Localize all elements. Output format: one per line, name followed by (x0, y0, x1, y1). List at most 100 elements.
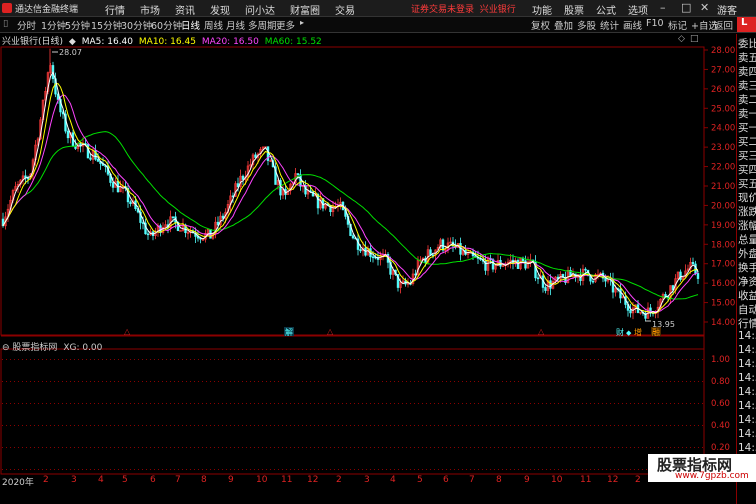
indicator-grid-dot (38, 469, 39, 470)
indicator-grid-dot (122, 469, 123, 470)
side-panel-item[interactable]: 外盘 (738, 246, 756, 261)
indicator-grid-dot (414, 425, 415, 426)
side-panel-item[interactable]: 14:5 (738, 344, 756, 356)
side-panel-item[interactable]: 自动 (738, 302, 756, 317)
indicator-grid-dot (298, 425, 299, 426)
event-marker-3[interactable]: △ (538, 327, 545, 336)
side-panel-item[interactable]: 14:5 (738, 372, 756, 384)
side-panel-item[interactable]: 14:5 (738, 358, 756, 370)
event-marker-2[interactable]: △ (327, 327, 334, 336)
kline-chart[interactable]: 28.0027.0026.0025.0024.0023.0022.0021.00… (0, 0, 736, 487)
indicator-grid-dot (622, 447, 623, 448)
side-panel-item[interactable]: 涨幅 (738, 218, 756, 233)
indicator-grid-dot (506, 447, 507, 448)
margin-marker[interactable]: 融 (652, 327, 660, 337)
indicator-grid-dot (302, 359, 303, 360)
candles (1, 48, 700, 322)
side-panel-item[interactable]: 14:5 (738, 414, 756, 426)
indicator-grid-dot (162, 403, 163, 404)
indicator-grid-dot (170, 403, 171, 404)
side-panel-item[interactable]: 卖一 (738, 106, 756, 121)
event-marker-1[interactable]: △ (124, 327, 131, 336)
indicator-grid-dot (614, 425, 615, 426)
indicator-grid-dot (410, 359, 411, 360)
side-panel-item[interactable]: 买一 (738, 120, 756, 135)
side-panel-item[interactable]: 14:5 (738, 428, 756, 440)
side-panel-item[interactable]: 卖五 (738, 50, 756, 65)
indicator-grid-dot (274, 469, 275, 470)
time-tick-label: 9 (228, 475, 234, 485)
time-tick-label: 12 (307, 475, 319, 485)
indicator-grid-dot (42, 447, 43, 448)
side-panel-item[interactable]: 卖四 (738, 64, 756, 79)
indicator-grid-dot (162, 447, 163, 448)
indicator-grid-dot (266, 447, 267, 448)
indicator-grid-dot (526, 381, 527, 382)
indicator-grid-dot (446, 381, 447, 382)
time-tick-label: 3 (71, 475, 77, 485)
indicator-grid-dot (34, 359, 35, 360)
indicator-grid-dot (82, 381, 83, 382)
side-panel-item[interactable]: 买五 (738, 176, 756, 191)
side-panel-item[interactable]: 14:5 (738, 442, 756, 454)
finance-marker[interactable]: 财 (616, 327, 624, 337)
indicator-grid-dot (230, 403, 231, 404)
indicator-grid-dot (662, 403, 663, 404)
side-panel-item[interactable]: 买三 (738, 148, 756, 163)
side-panel-item[interactable]: 委比 (738, 36, 756, 51)
indicator-grid-dot (394, 381, 395, 382)
indicator-grid-dot (286, 469, 287, 470)
indicator-grid-dot (318, 469, 319, 470)
side-panel-item[interactable]: 净资 (738, 274, 756, 289)
indicator-grid-dot (622, 403, 623, 404)
increase-marker[interactable]: 增 (634, 327, 642, 337)
side-panel-item[interactable]: 行情 (738, 316, 756, 331)
indicator-grid-dot (454, 447, 455, 448)
indicator-grid-dot (210, 381, 211, 382)
time-tick-label: 7 (175, 475, 181, 485)
indicator-grid-dot (202, 447, 203, 448)
indicator-grid-dot (210, 469, 211, 470)
indicator-toggle-icon[interactable]: ⊖ (2, 343, 10, 353)
indicator-grid-dot (110, 403, 111, 404)
indicator-grid-dot (334, 469, 335, 470)
side-panel-item[interactable]: 卖三 (738, 78, 756, 93)
indicator-grid-dot (338, 425, 339, 426)
indicator-grid-dot (598, 447, 599, 448)
side-panel-item[interactable]: 14:5 (738, 330, 756, 342)
indicator-grid-dot (222, 425, 223, 426)
candle-body (619, 288, 622, 299)
side-tab-label[interactable]: L (741, 17, 747, 28)
indicator-grid-dot (378, 425, 379, 426)
unlock-marker[interactable]: 解 (285, 327, 293, 337)
indicator-grid-dot (226, 381, 227, 382)
indicator-grid-dot (178, 425, 179, 426)
indicator-grid-dot (678, 425, 679, 426)
indicator-grid-dot (106, 447, 107, 448)
indicator-grid-dot (690, 381, 691, 382)
side-panel-item[interactable]: 14:5 (738, 400, 756, 412)
indicator-grid-dot (26, 425, 27, 426)
indicator-grid-dot (66, 447, 67, 448)
indicator-grid-dot (666, 381, 667, 382)
indicator-grid-dot (102, 469, 103, 470)
indicator-grid-dot (370, 447, 371, 448)
side-panel-item[interactable]: 卖二 (738, 92, 756, 107)
side-panel-item[interactable]: 现价 (738, 190, 756, 205)
side-panel-item[interactable]: 总量 (738, 232, 756, 247)
indicator-grid-dot (450, 403, 451, 404)
time-tick-label: 4 (390, 475, 396, 485)
side-panel-item[interactable]: 买四 (738, 162, 756, 177)
side-panel-item[interactable]: 14:5 (738, 386, 756, 398)
side-panel-item[interactable]: 涨跌 (738, 204, 756, 219)
indicator-grid-dot (494, 381, 495, 382)
indicator-grid-dot (66, 381, 67, 382)
indicator-grid-dot (306, 425, 307, 426)
finance-marker-2[interactable]: ◆ (626, 329, 632, 337)
side-panel-item[interactable]: 买二 (738, 134, 756, 149)
side-panel-item[interactable]: 收益 (738, 288, 756, 303)
indicator-grid-dot (314, 359, 315, 360)
indicator-grid-dot (506, 381, 507, 382)
side-panel-item[interactable]: 换手 (738, 260, 756, 275)
indicator-grid-dot (422, 469, 423, 470)
